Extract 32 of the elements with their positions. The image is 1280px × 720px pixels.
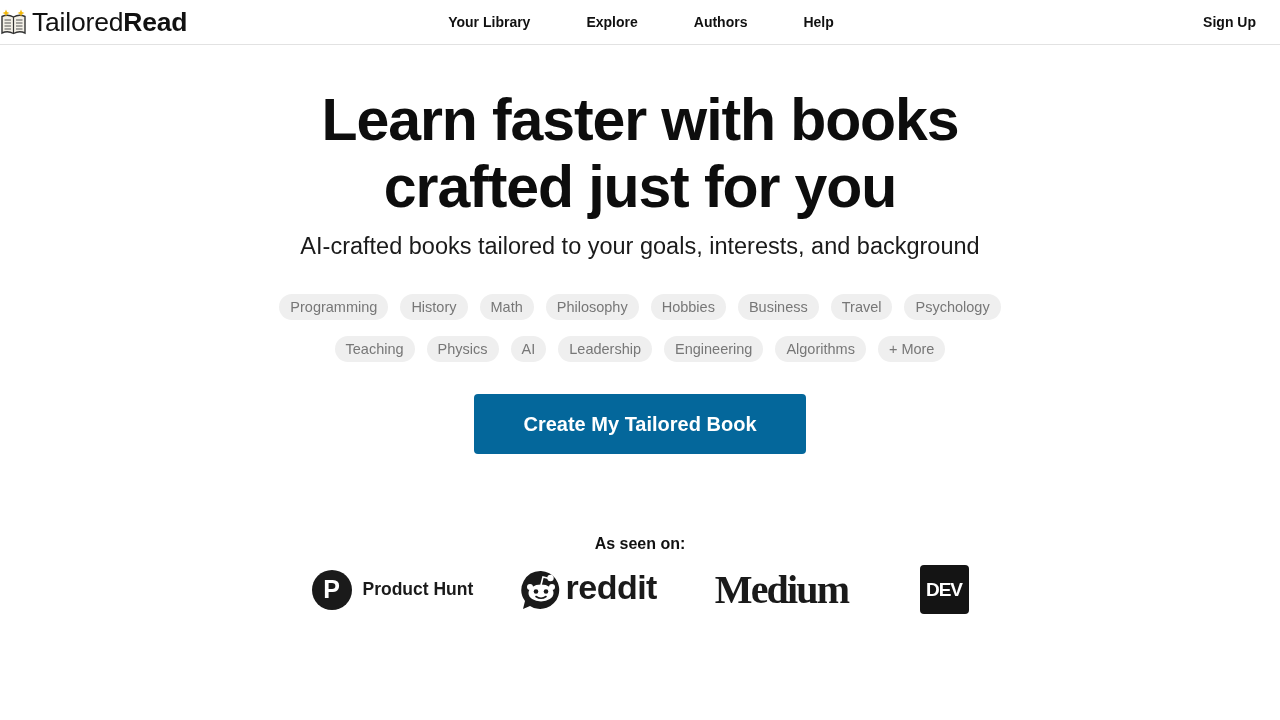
- topic-chip[interactable]: AI: [510, 336, 547, 362]
- brand-logo[interactable]: TailoredRead: [0, 6, 188, 38]
- topic-chip[interactable]: Leadership: [558, 336, 652, 362]
- topic-chip[interactable]: Travel: [830, 294, 893, 320]
- create-book-button[interactable]: Create My Tailored Book: [474, 394, 806, 454]
- topic-chip[interactable]: Business: [737, 294, 819, 320]
- topic-chip[interactable]: History: [400, 294, 468, 320]
- topic-chip[interactable]: Algorithms: [775, 336, 866, 362]
- topic-chip[interactable]: Hobbies: [650, 294, 726, 320]
- topic-chip[interactable]: Teaching: [334, 336, 415, 362]
- logo-wordmark: Medium: [714, 569, 849, 610]
- topic-chip[interactable]: Engineering: [664, 336, 764, 362]
- nav-link[interactable]: Help: [803, 14, 834, 30]
- topic-chip[interactable]: Psychology: [904, 294, 1001, 320]
- open-book-icon: [0, 9, 27, 35]
- hero-subtitle: AI-crafted books tailored to your goals, interests, and background: [300, 233, 980, 260]
- alien-face-icon: [520, 569, 561, 610]
- nav-link[interactable]: Explore: [586, 14, 638, 30]
- logo-mark: P: [311, 569, 352, 610]
- topic-chip[interactable]: Philosophy: [545, 294, 639, 320]
- nav-link[interactable]: Your Library: [448, 14, 531, 30]
- topic-chip[interactable]: Math: [479, 294, 534, 320]
- logo-wordmark: Product Hunt: [362, 579, 474, 600]
- logo-wordmark: reddit: [565, 570, 657, 604]
- topic-chip[interactable]: Programming: [279, 294, 389, 320]
- sign-up-link[interactable]: Sign Up: [1203, 14, 1256, 30]
- topic-chip[interactable]: Physics: [426, 336, 499, 362]
- logo-tile: DEV: [919, 565, 969, 614]
- hero-title: Learn faster with books crafted just for you: [320, 87, 960, 221]
- press-heading: As seen on:: [594, 535, 686, 553]
- nav-link[interactable]: Authors: [693, 14, 748, 30]
- topic-chip[interactable]: + More: [877, 336, 946, 362]
